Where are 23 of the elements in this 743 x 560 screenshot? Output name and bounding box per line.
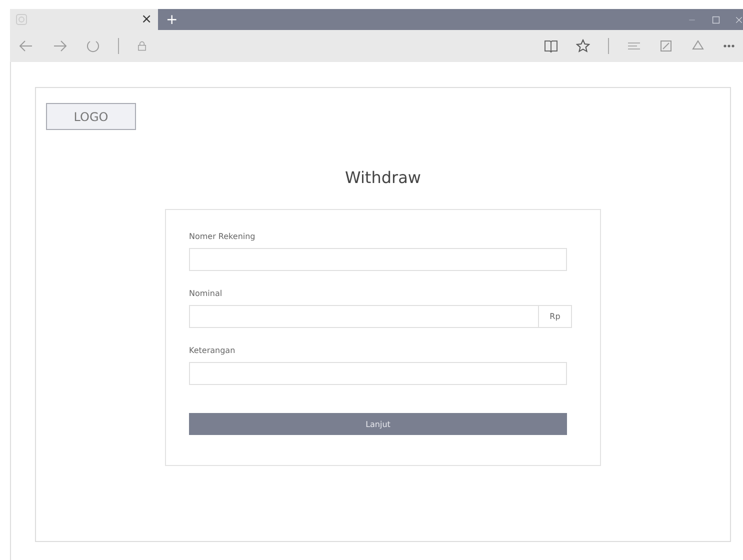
refresh-icon[interactable] <box>86 39 100 53</box>
page-title: Withdraw <box>345 168 421 187</box>
submit-button[interactable]: Lanjut <box>189 413 567 435</box>
input-field[interactable] <box>189 362 567 385</box>
field-label: Nomer Rekening <box>189 232 256 241</box>
currency-addon: Rp <box>539 305 572 328</box>
page-icon <box>16 14 27 25</box>
annotate-icon[interactable] <box>659 39 673 53</box>
close-icon[interactable] <box>735 14 743 24</box>
book-icon[interactable] <box>544 39 558 53</box>
input-field[interactable] <box>189 248 567 271</box>
field-label: Nominal <box>189 289 224 298</box>
close-tab-button[interactable]: × <box>141 13 152 26</box>
input-field[interactable] <box>189 305 539 328</box>
new-tab-button[interactable]: + <box>158 9 186 30</box>
back-icon[interactable] <box>18 39 34 53</box>
field-label: Keterangan <box>189 346 236 355</box>
more-icon[interactable] <box>723 44 735 48</box>
star-icon[interactable] <box>576 39 590 53</box>
logo: LOGO <box>46 103 136 130</box>
forward-icon[interactable] <box>52 39 68 53</box>
lock-icon[interactable] <box>137 41 147 51</box>
maximize-icon[interactable] <box>711 14 721 24</box>
